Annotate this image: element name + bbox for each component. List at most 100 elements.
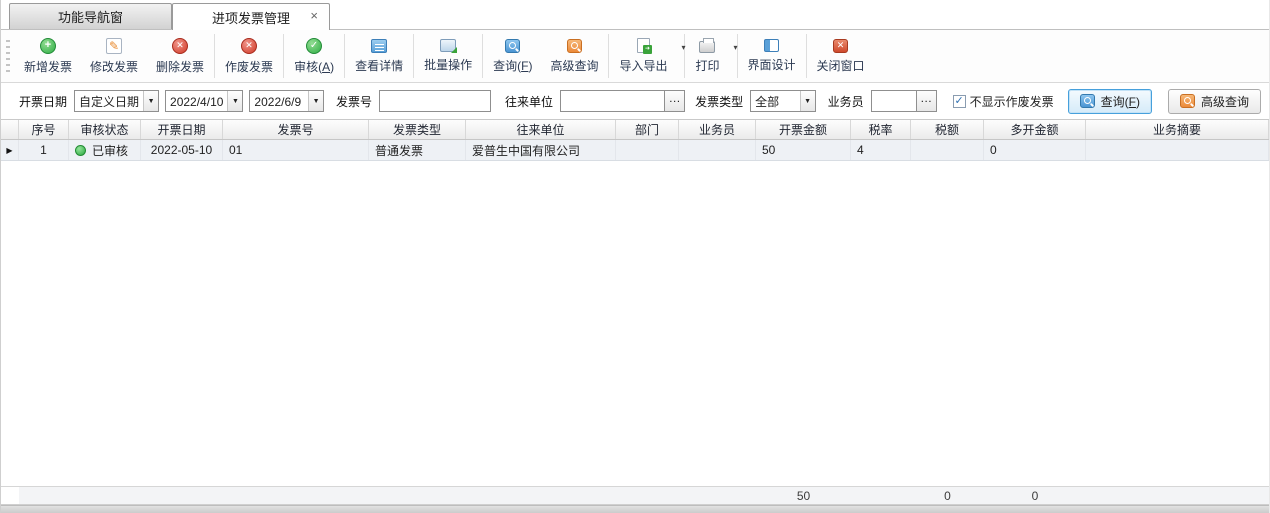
edit-invoice-button[interactable]: ✎ 修改发票 — [81, 34, 147, 79]
row-indicator-cell: ▶ — [1, 140, 19, 160]
audit-status-text: 已审核 — [92, 142, 128, 159]
chevron-down-icon[interactable]: ▾ — [681, 43, 685, 52]
ui-design-button[interactable]: 界面设计 — [739, 35, 805, 77]
ui-design-label: 界面设计 — [748, 56, 796, 73]
close-window-icon: ✕ — [833, 39, 848, 53]
grid-header-row: 序号 审核状态 开票日期 发票号 发票类型 往来单位 部门 业务员 开票金额 税… — [1, 120, 1269, 140]
details-icon — [371, 39, 387, 53]
salesperson-label: 业务员 — [828, 93, 864, 110]
total-amount: 50 — [756, 489, 851, 503]
advanced-search-icon — [567, 39, 582, 53]
table-row[interactable]: ▶ 1 已审核 2022-05-10 01 普通发票 爱普生中国有限公司 50 … — [1, 140, 1269, 161]
filter-query-label: 查询(F) — [1101, 93, 1140, 110]
import-export-label: 导入导出 — [619, 57, 667, 74]
column-header-extra-amount[interactable]: 多开金额 — [984, 120, 1086, 139]
query-button[interactable]: 查询(F) — [484, 35, 541, 78]
dropdown-arrow-icon[interactable]: ▼ — [308, 91, 323, 111]
delete-invoice-button[interactable]: ✕ 删除发票 — [147, 34, 213, 79]
toolbar-separator — [413, 34, 414, 78]
cell-department — [616, 140, 679, 160]
cell-invoice-type: 普通发票 — [369, 140, 466, 160]
tab-input-invoice-management-label: 进项发票管理 — [212, 8, 290, 27]
tab-function-navigation-label: 功能导航窗 — [58, 7, 123, 26]
column-header-tax-amount[interactable]: 税额 — [911, 120, 984, 139]
query-label: 查询(F) — [493, 57, 532, 74]
advanced-query-button[interactable]: 高级查询 — [541, 35, 607, 78]
invoice-type-select[interactable]: 全部 ▼ — [750, 90, 816, 112]
cell-invoice-no: 01 — [223, 140, 369, 160]
batch-operations-button[interactable]: 批量操作 — [415, 35, 481, 77]
invoice-number-input[interactable] — [379, 90, 491, 112]
counterparty-label: 往来单位 — [505, 93, 553, 110]
hide-void-label: 不显示作废发票 — [970, 93, 1054, 110]
delete-icon: ✕ — [172, 38, 188, 54]
date-to-picker[interactable]: 2022/6/9 ▼ — [249, 90, 324, 112]
column-header-amount[interactable]: 开票金额 — [756, 120, 851, 139]
column-header-counterparty[interactable]: 往来单位 — [466, 120, 616, 139]
close-window-button[interactable]: ✕ 关闭窗口 — [808, 35, 874, 78]
column-header-salesperson[interactable]: 业务员 — [679, 120, 756, 139]
toolbar-separator — [608, 34, 609, 78]
totals-row: 50 0 0 — [1, 486, 1269, 505]
date-from-picker[interactable]: 2022/4/10 ▼ — [165, 90, 243, 112]
cell-tax-amount — [911, 140, 984, 160]
total-extra-amount: 0 — [984, 489, 1086, 503]
import-export-button[interactable]: 导入导出 ▾ — [610, 34, 683, 78]
hide-void-checkbox[interactable]: ✓ — [953, 95, 966, 108]
date-to-value: 2022/6/9 — [250, 91, 308, 111]
advanced-search-icon — [1180, 94, 1195, 108]
advanced-query-label: 高级查询 — [550, 57, 598, 74]
toolbar-separator — [482, 34, 483, 78]
batch-operations-label: 批量操作 — [424, 56, 472, 73]
toolbar-separator — [684, 34, 685, 78]
salesperson-lookup-button[interactable]: … — [917, 90, 937, 112]
view-details-label: 查看详情 — [355, 57, 403, 74]
filter-advanced-query-button[interactable]: 高级查询 — [1168, 89, 1261, 114]
toolbar-separator — [737, 34, 738, 78]
column-header-no[interactable]: 序号 — [19, 120, 69, 139]
grid-empty-area — [1, 161, 1269, 486]
column-header-tax-rate[interactable]: 税率 — [851, 120, 911, 139]
tab-input-invoice-management[interactable]: 进项发票管理 × — [172, 3, 330, 30]
add-invoice-label: 新增发票 — [24, 58, 72, 75]
close-tab-icon[interactable]: × — [310, 9, 318, 22]
plus-icon: + — [40, 38, 56, 54]
column-header-summary[interactable]: 业务摘要 — [1086, 120, 1269, 139]
void-icon: ✕ — [241, 38, 257, 54]
invoice-type-label: 发票类型 — [695, 93, 743, 110]
close-window-label: 关闭窗口 — [817, 57, 865, 74]
column-header-invoice-no[interactable]: 发票号 — [223, 120, 369, 139]
print-button[interactable]: 打印 ▾ — [686, 34, 735, 78]
cell-invoice-date: 2022-05-10 — [141, 140, 223, 160]
total-tax-amount: 0 — [911, 489, 984, 503]
invoice-grid: 序号 审核状态 开票日期 发票号 发票类型 往来单位 部门 业务员 开票金额 税… — [1, 120, 1269, 513]
date-mode-select[interactable]: 自定义日期 ▼ — [74, 90, 159, 112]
add-invoice-button[interactable]: + 新增发票 — [15, 34, 81, 79]
column-header-department[interactable]: 部门 — [616, 120, 679, 139]
audit-button[interactable]: ✓ 审核(A) — [285, 34, 343, 79]
totals-indicator-cell — [1, 487, 19, 504]
horizontal-scrollbar-track[interactable] — [1, 505, 1269, 513]
column-header-audit-status[interactable]: 审核状态 — [69, 120, 141, 139]
cell-audit-status: 已审核 — [69, 140, 141, 160]
chevron-down-icon[interactable]: ▾ — [733, 43, 737, 52]
filter-bar: 开票日期 自定义日期 ▼ 2022/4/10 ▼ 2022/6/9 ▼ 发票号 … — [1, 83, 1269, 120]
filter-query-button[interactable]: 查询(F) — [1068, 89, 1152, 114]
import-export-icon — [637, 38, 650, 53]
void-invoice-button[interactable]: ✕ 作废发票 — [216, 34, 282, 79]
invoice-type-value: 全部 — [751, 91, 800, 111]
dropdown-arrow-icon[interactable]: ▼ — [143, 91, 158, 111]
date-mode-value: 自定义日期 — [75, 91, 143, 111]
audit-label: 审核(A) — [294, 58, 334, 75]
dropdown-arrow-icon[interactable]: ▼ — [800, 91, 815, 111]
counterparty-lookup-button[interactable]: … — [665, 90, 685, 112]
dropdown-arrow-icon[interactable]: ▼ — [227, 91, 242, 111]
salesperson-input[interactable] — [871, 90, 917, 112]
counterparty-input[interactable] — [560, 90, 665, 112]
search-icon — [505, 39, 520, 53]
column-header-invoice-date[interactable]: 开票日期 — [141, 120, 223, 139]
invoice-management-window: 功能导航窗 进项发票管理 × + 新增发票 ✎ 修改发票 ✕ 删除发票 ✕ 作废… — [0, 0, 1270, 513]
view-details-button[interactable]: 查看详情 — [346, 35, 412, 78]
column-header-invoice-type[interactable]: 发票类型 — [369, 120, 466, 139]
tab-function-navigation[interactable]: 功能导航窗 — [9, 3, 172, 29]
